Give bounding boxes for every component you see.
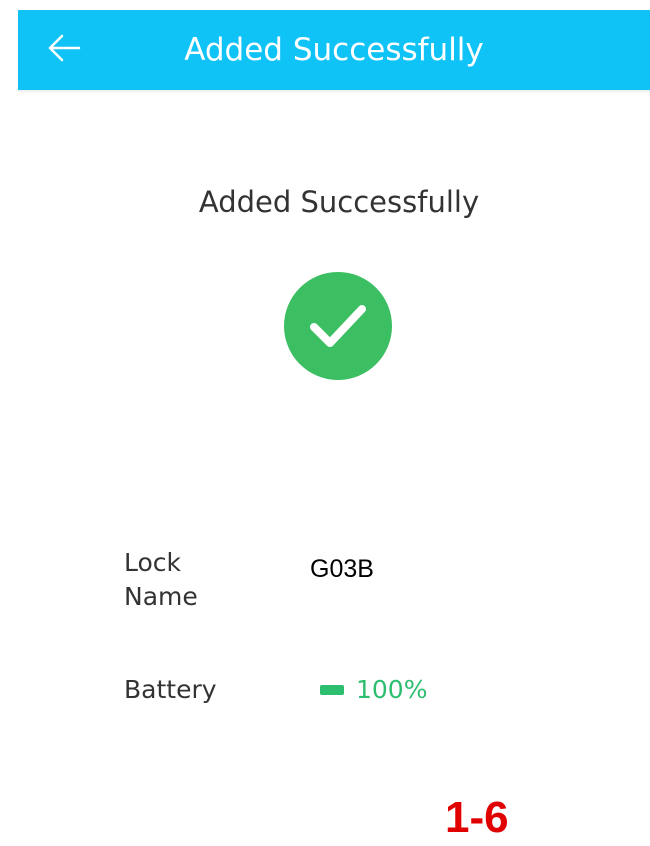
battery-label: Battery: [124, 675, 217, 704]
lock-name-label: Lock Name: [124, 548, 198, 611]
success-heading: Added Successfully: [198, 185, 480, 219]
battery-value: 100%: [356, 675, 428, 704]
battery-icon: [320, 685, 344, 695]
check-circle-icon: [310, 305, 366, 347]
page-number: 1-6: [445, 793, 509, 842]
battery-status: 100%: [320, 673, 427, 707]
lock-name-value: G03B: [310, 555, 374, 583]
app-bar: Added Successfully: [18, 10, 650, 90]
page-title: Added Successfully: [184, 32, 484, 68]
success-badge: [284, 272, 392, 380]
success-screen: Added Successfully Added Successfully Lo…: [0, 0, 650, 846]
